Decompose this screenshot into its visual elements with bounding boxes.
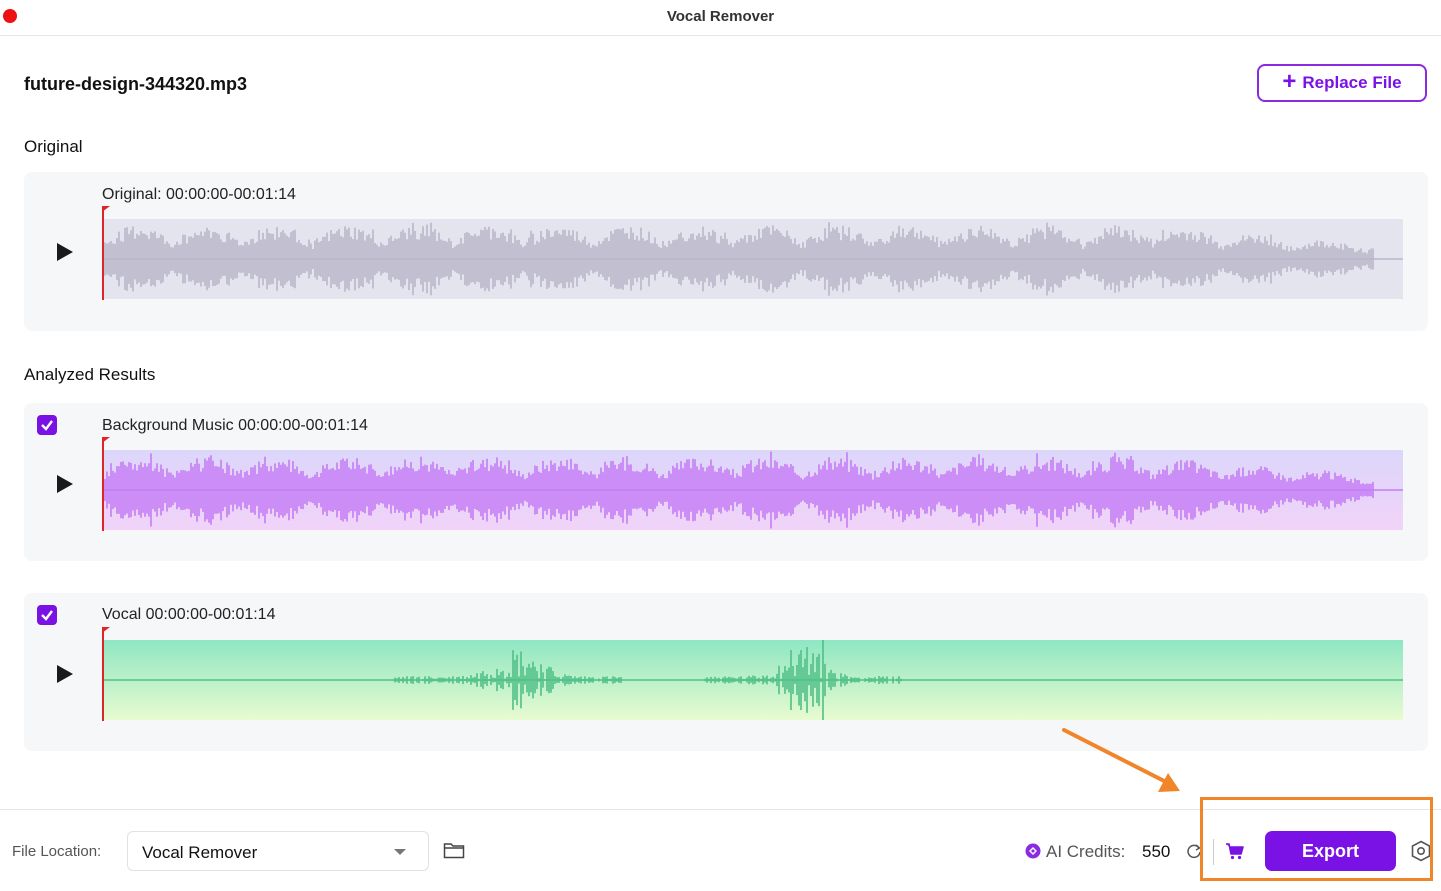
ai-credits-label: AI Credits:	[1046, 842, 1126, 861]
background-music-track-label: Background Music 00:00:00-00:01:14	[102, 417, 368, 434]
background-music-checkbox[interactable]	[37, 415, 57, 435]
file-location-value: Vocal Remover	[142, 843, 258, 862]
file-location-label: File Location:	[12, 843, 102, 860]
background-music-track-panel: Background Music 00:00:00-00:01:14	[24, 403, 1428, 561]
original-track-label: Original: 00:00:00-00:01:14	[102, 186, 296, 203]
credits-icon	[1025, 843, 1041, 864]
background-music-waveform[interactable]	[103, 450, 1403, 530]
file-name: future-design-344320.mp3	[24, 74, 248, 94]
playhead-line	[102, 208, 104, 300]
section-analyzed-heading: Analyzed Results	[24, 365, 156, 384]
vocal-checkbox[interactable]	[37, 605, 57, 625]
play-icon[interactable]	[57, 475, 73, 493]
playhead-line	[102, 629, 104, 721]
original-waveform[interactable]	[103, 219, 1403, 299]
window-title: Vocal Remover	[666, 8, 775, 25]
folder-icon[interactable]	[443, 841, 465, 864]
checkmark-icon	[41, 420, 53, 431]
section-original-heading: Original	[24, 137, 83, 156]
original-track-panel: Original: 00:00:00-00:01:14	[24, 172, 1428, 331]
annotation-arrow-icon	[1062, 728, 1180, 792]
vocal-waveform[interactable]	[103, 640, 1403, 720]
playhead-line	[102, 439, 104, 531]
vocal-track-panel: Vocal 00:00:00-00:01:14	[24, 593, 1428, 751]
replace-file-button[interactable]: + Replace File	[1257, 64, 1427, 102]
file-location-select[interactable]: Vocal Remover	[127, 831, 429, 871]
plus-icon: +	[1282, 67, 1297, 95]
checkmark-icon	[41, 610, 53, 621]
highlight-annotation-box	[1200, 797, 1433, 881]
ai-credits-value: 550	[1142, 842, 1171, 861]
vocal-track-label: Vocal 00:00:00-00:01:14	[102, 606, 276, 623]
play-icon[interactable]	[57, 243, 73, 261]
replace-file-label: Replace File	[1302, 73, 1402, 92]
title-bar: Vocal Remover	[0, 0, 1441, 36]
chevron-down-icon	[394, 849, 406, 855]
play-icon[interactable]	[57, 665, 73, 683]
